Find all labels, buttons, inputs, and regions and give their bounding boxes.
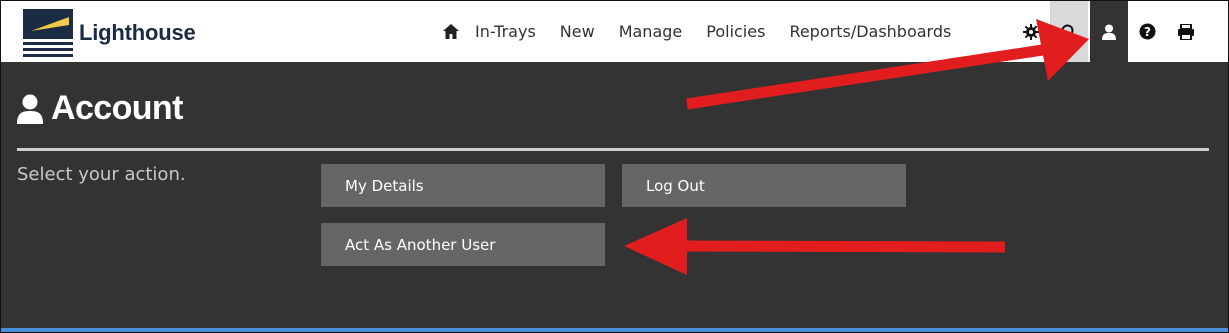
arrow-to-act-as-button bbox=[624, 218, 1006, 275]
annotation-arrows bbox=[624, 19, 1089, 275]
app-frame: Lighthouse In-Trays New Manage Policies … bbox=[0, 0, 1229, 333]
arrow-to-account-icon bbox=[686, 19, 1089, 110]
